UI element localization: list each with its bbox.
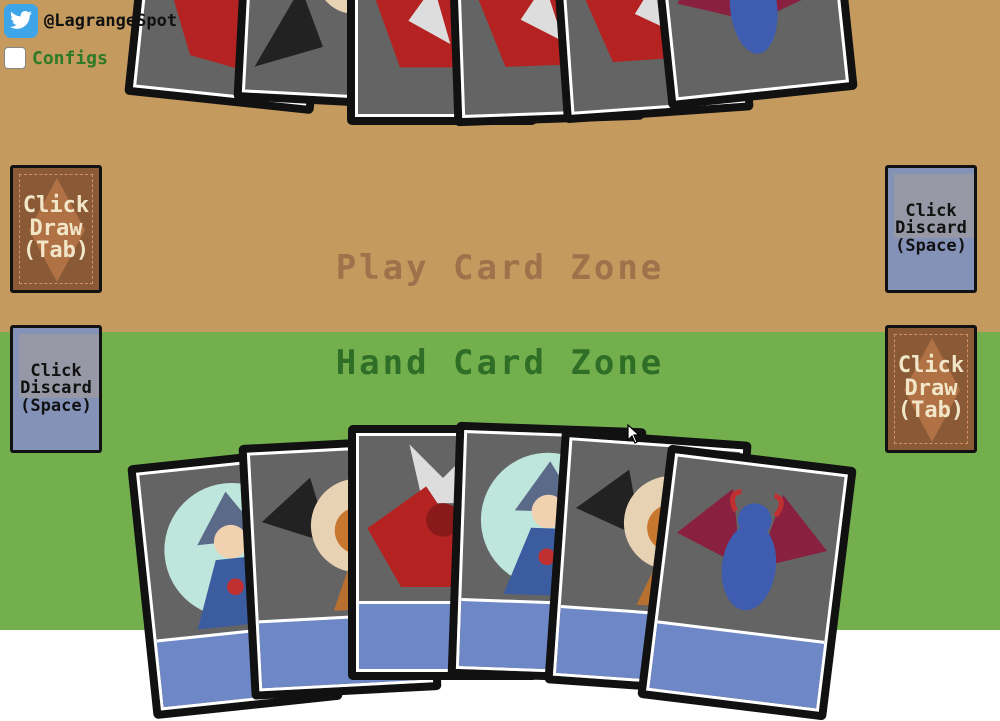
player-discard-pile[interactable]: Click Discard (Space) <box>10 325 102 453</box>
opponent-draw-label: Click Draw (Tab) <box>22 193 90 264</box>
twitter-link[interactable]: @LagrangeSpot <box>4 4 177 38</box>
player-discard-label: Click Discard (Space) <box>20 361 92 416</box>
twitter-handle[interactable]: @LagrangeSpot <box>44 11 177 31</box>
play-zone-label: Play Card Zone <box>335 248 665 288</box>
player-draw-label: Click Draw (Tab) <box>897 353 965 424</box>
player-draw-pile[interactable]: Click Draw (Tab) <box>885 325 977 453</box>
configs-checkbox[interactable] <box>4 47 26 69</box>
configs-label[interactable]: Configs <box>32 48 108 69</box>
opponent-discard-pile[interactable]: Click Discard (Space) <box>885 165 977 293</box>
hand-zone-label: Hand Card Zone <box>335 343 665 383</box>
opponent-discard-label: Click Discard (Space) <box>895 201 967 256</box>
hand-card-blue-demon[interactable] <box>637 444 857 721</box>
configs-toggle[interactable]: Configs <box>4 47 108 69</box>
opponent-draw-pile[interactable]: Click Draw (Tab) <box>10 165 102 293</box>
mouse-cursor <box>627 423 641 448</box>
twitter-icon <box>4 4 38 38</box>
